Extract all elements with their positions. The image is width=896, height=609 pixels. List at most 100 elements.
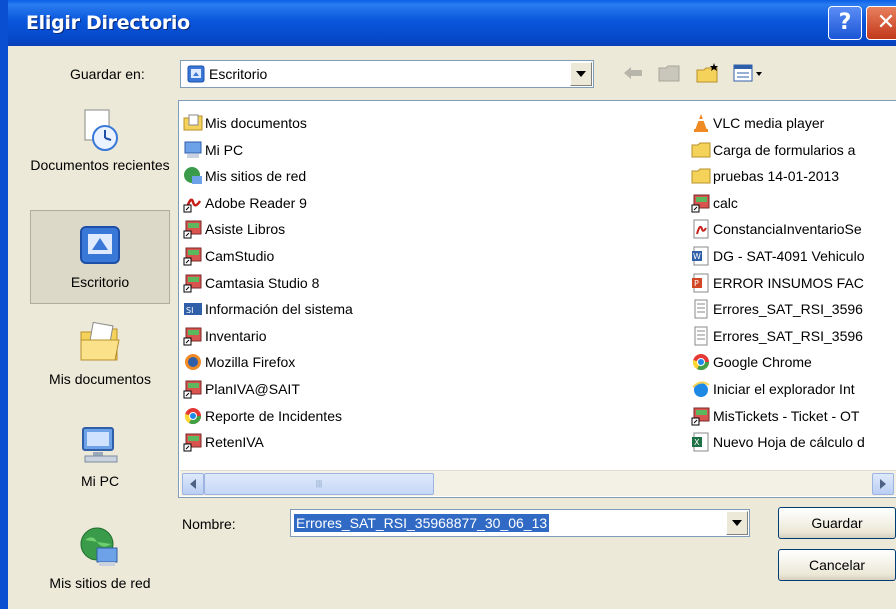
folder-docs-icon: [183, 114, 203, 131]
chrome-icon: [184, 407, 202, 424]
list-item-label: MisTickets - Ticket - OT: [713, 407, 860, 424]
cancel-button[interactable]: Cancelar: [778, 549, 896, 581]
place-label: Documentos recientes: [30, 157, 170, 173]
scroll-left-button[interactable]: [182, 473, 204, 495]
list-item[interactable]: MisTickets - Ticket - OT: [691, 404, 859, 428]
title-bar[interactable]: Eligir Directorio ? ✕: [8, 0, 896, 46]
list-item[interactable]: Google Chrome: [691, 350, 812, 374]
place-label: Mi PC: [80, 473, 120, 489]
list-item[interactable]: X Nuevo Hoja de cálculo d: [691, 430, 865, 454]
list-item-label: Mi PC: [205, 141, 244, 158]
list-item-label: CamStudio: [205, 248, 275, 264]
svg-text:W: W: [693, 252, 701, 261]
look-in-value: Escritorio: [209, 66, 268, 82]
new-folder-button[interactable]: [694, 60, 722, 86]
back-button[interactable]: [620, 60, 646, 86]
list-item[interactable]: Carga de formularios a: [691, 138, 855, 162]
list-item[interactable]: Reporte de Incidentes: [183, 404, 342, 428]
place-label: Mis sitios de red: [49, 575, 151, 591]
list-item[interactable]: Camtasia Studio 8: [183, 271, 319, 295]
text-file-icon: [694, 299, 708, 319]
app-shortcut-icon: [183, 247, 202, 266]
app-shortcut-icon: [183, 327, 202, 346]
desktop-icon: [80, 226, 120, 264]
window-title: Eligir Directorio: [26, 12, 190, 34]
place-label: Mis documentos: [49, 371, 151, 387]
save-button[interactable]: Guardar: [778, 507, 896, 539]
place-label: Escritorio: [70, 274, 130, 290]
list-item-label: Mis documentos: [205, 115, 307, 131]
look-in-dropdown[interactable]: Escritorio: [180, 60, 594, 88]
file-name-input[interactable]: Errores_SAT_RSI_35968877_30_06_13: [290, 509, 750, 537]
place-desktop[interactable]: Escritorio: [30, 210, 170, 304]
back-arrow-icon: [624, 67, 642, 79]
chevron-left-icon: [190, 479, 196, 489]
file-name-dropdown-button[interactable]: [726, 511, 748, 535]
list-item[interactable]: Mis documentos: [183, 111, 307, 135]
my-computer-icon: [82, 427, 118, 463]
firefox-icon: [185, 354, 201, 371]
app-shortcut-icon: [183, 220, 202, 239]
list-item[interactable]: SI Información del sistema: [183, 297, 353, 321]
list-item-label: Mis sitios de red: [205, 168, 307, 185]
list-item[interactable]: P ERROR INSUMOS FAC: [691, 271, 864, 295]
file-name-label: Nombre:: [182, 516, 236, 532]
list-item[interactable]: calc: [691, 191, 738, 215]
chrome-icon: [692, 354, 710, 371]
up-folder-icon: [658, 65, 680, 82]
app-shortcut-icon: [691, 194, 710, 213]
chevron-down-icon: [732, 520, 742, 526]
list-item[interactable]: Mi PC: [183, 138, 243, 162]
svg-text:P: P: [694, 279, 699, 288]
list-item-label: Carga de formularios a: [713, 141, 856, 158]
network-places-icon: [80, 527, 118, 566]
horizontal-scrollbar[interactable]: |||: [180, 470, 896, 496]
file-list[interactable]: Mis documentos Mi PC Mis sitios de red Adob…: [178, 100, 896, 498]
scroll-right-button[interactable]: [872, 473, 894, 495]
list-item[interactable]: Errores_SAT_RSI_3596: [691, 297, 863, 321]
word-icon: W: [692, 246, 709, 266]
list-item-label: calc: [713, 194, 738, 211]
pdf-icon: [693, 219, 709, 239]
app-shortcut-icon: [183, 433, 202, 452]
list-item[interactable]: Inventario: [183, 324, 266, 348]
list-item[interactable]: Errores_SAT_RSI_3596: [691, 324, 863, 348]
list-item[interactable]: CamStudio: [183, 244, 274, 268]
place-my-documents[interactable]: Mis documentos: [30, 310, 170, 400]
list-item[interactable]: Adobe Reader 9: [183, 191, 307, 215]
list-item[interactable]: Mis sitios de red: [183, 164, 306, 188]
list-item[interactable]: VLC media player: [691, 111, 824, 135]
place-network[interactable]: Mis sitios de red: [30, 524, 170, 604]
folder-icon: [691, 168, 711, 184]
close-button[interactable]: ✕: [866, 6, 896, 40]
scroll-thumb[interactable]: |||: [204, 473, 434, 495]
up-folder-button[interactable]: [656, 60, 682, 86]
list-item-label: Camtasia Studio 8: [205, 274, 320, 291]
computer-icon: [184, 141, 202, 158]
list-item-label: Mozilla Firefox: [205, 354, 296, 371]
network-icon: [184, 167, 202, 185]
file-name-value: Errores_SAT_RSI_35968877_30_06_13: [294, 514, 550, 532]
list-item-label: Inventario: [205, 327, 267, 344]
desktop-icon: [187, 65, 205, 83]
list-item[interactable]: Mozilla Firefox: [183, 350, 295, 374]
place-my-computer[interactable]: Mi PC: [30, 422, 170, 502]
help-button[interactable]: ?: [828, 6, 862, 40]
svg-text:X: X: [694, 438, 700, 447]
list-item[interactable]: PlanIVA@SAIT: [183, 377, 300, 401]
place-recent-documents[interactable]: Documentos recientes: [30, 106, 170, 216]
app-shortcut-icon: [183, 380, 202, 399]
look-in-dropdown-button[interactable]: [570, 62, 592, 86]
text-file-icon: [694, 326, 708, 346]
list-item[interactable]: Iniciar el explorador Int: [691, 377, 855, 401]
view-menu-button[interactable]: [730, 60, 768, 86]
list-item[interactable]: RetenIVA: [183, 430, 264, 454]
list-item[interactable]: Asiste Libros: [183, 217, 285, 241]
pdf-shortcut-icon: [183, 198, 202, 213]
list-item[interactable]: ConstanciaInventarioSe: [691, 217, 862, 241]
list-item[interactable]: W DG - SAT-4091 Vehiculo: [691, 244, 864, 268]
window-left-border: [0, 0, 8, 609]
list-item[interactable]: pruebas 14-01-2013: [691, 164, 839, 188]
list-item-label: Errores_SAT_RSI_3596: [713, 301, 863, 318]
list-item-label: pruebas 14-01-2013: [713, 168, 840, 185]
